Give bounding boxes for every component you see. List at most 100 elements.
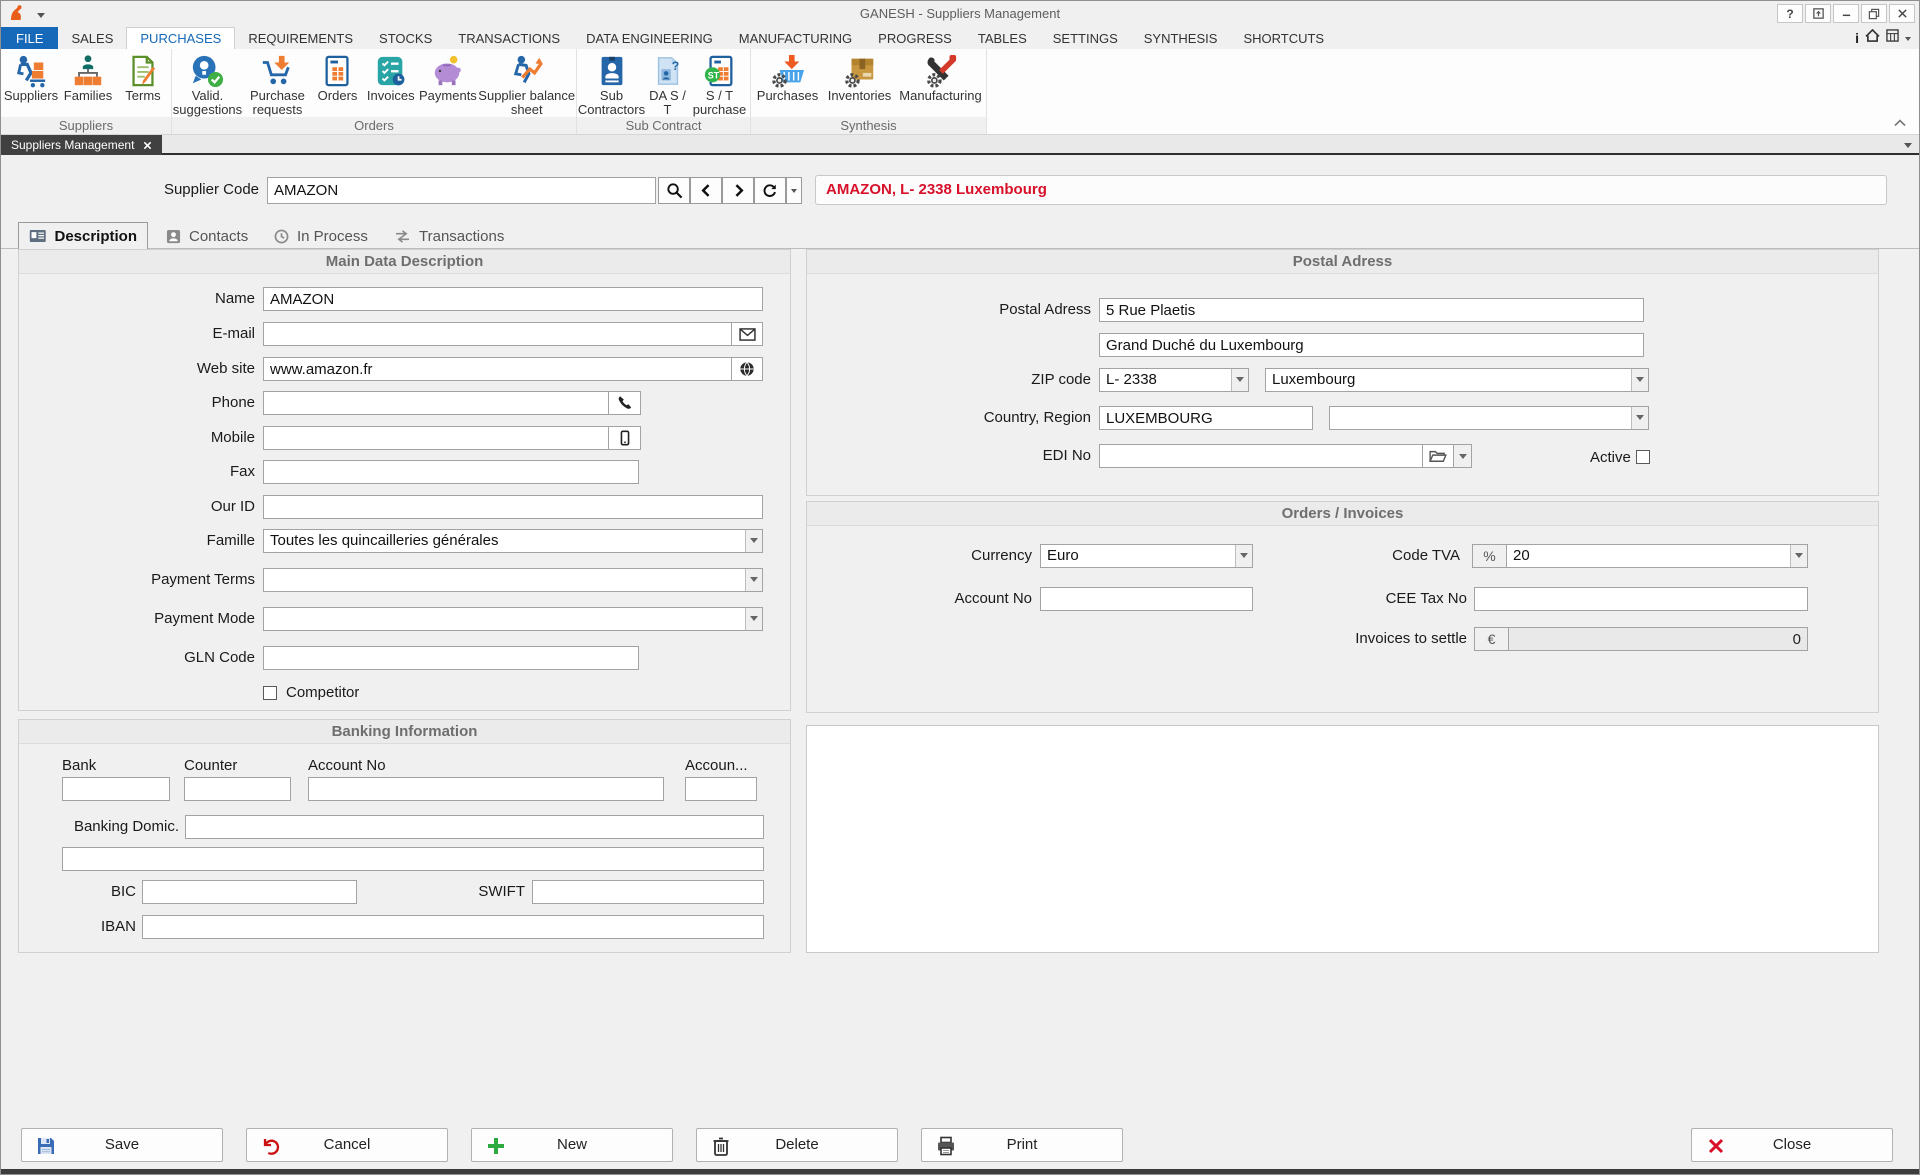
ribbon-item-manufacturing-synthesis[interactable]: Manufacturing bbox=[896, 52, 986, 103]
ribbon-item-suppliers[interactable]: Suppliers bbox=[3, 52, 60, 103]
counter-input[interactable] bbox=[184, 777, 291, 801]
gln-code-input[interactable] bbox=[263, 646, 639, 670]
menu-tab-manufacturing[interactable]: MANUFACTURING bbox=[726, 27, 865, 49]
menu-tab-sales[interactable]: SALES bbox=[58, 27, 126, 49]
active-checkbox[interactable] bbox=[1636, 450, 1650, 464]
search-button[interactable] bbox=[658, 177, 690, 204]
our-id-input[interactable] bbox=[263, 495, 763, 519]
ribbon-item-purchase-requests[interactable]: Purchase requests bbox=[243, 52, 312, 117]
iban-input[interactable] bbox=[142, 915, 764, 939]
next-record-button[interactable] bbox=[722, 177, 754, 204]
close-tab-icon[interactable] bbox=[143, 141, 152, 150]
cancel-button[interactable]: Cancel bbox=[246, 1128, 448, 1162]
swift-input[interactable] bbox=[532, 880, 764, 904]
bank-account-no-input[interactable] bbox=[308, 777, 664, 801]
close-window-button[interactable] bbox=[1889, 4, 1915, 23]
menu-tab-progress[interactable]: PROGRESS bbox=[865, 27, 965, 49]
save-button[interactable]: Save bbox=[21, 1128, 223, 1162]
menu-tab-requirements[interactable]: REQUIREMENTS bbox=[235, 27, 366, 49]
tab-transactions[interactable]: Transactions bbox=[384, 223, 514, 249]
cee-tax-no-input[interactable] bbox=[1474, 587, 1808, 611]
edi-options-caret[interactable] bbox=[1453, 444, 1472, 468]
refresh-button[interactable] bbox=[754, 177, 786, 204]
call-phone-button[interactable] bbox=[608, 391, 641, 415]
ribbon-item-terms[interactable]: Terms bbox=[117, 52, 170, 103]
edi-browse-button[interactable] bbox=[1422, 444, 1454, 468]
menu-tab-settings[interactable]: SETTINGS bbox=[1040, 27, 1131, 49]
call-mobile-button[interactable] bbox=[608, 426, 641, 450]
tab-in-process[interactable]: In Process bbox=[264, 223, 378, 249]
city-select[interactable]: Luxembourg bbox=[1265, 368, 1649, 392]
ribbon-item-families[interactable]: Families bbox=[60, 52, 117, 103]
collapse-ribbon-icon[interactable] bbox=[1891, 116, 1909, 130]
tab-contacts[interactable]: Contacts bbox=[156, 223, 258, 249]
ribbon-item-invoices[interactable]: Invoices bbox=[363, 52, 418, 117]
menu-tab-synthesis[interactable]: SYNTHESIS bbox=[1131, 27, 1231, 49]
calculator-caret-icon[interactable] bbox=[1905, 37, 1911, 44]
phone-input[interactable] bbox=[263, 391, 609, 415]
ribbon-item-da-st[interactable]: ? DA S / T bbox=[646, 52, 690, 117]
email-input[interactable] bbox=[263, 322, 732, 346]
bic-input[interactable] bbox=[142, 880, 357, 904]
oi-account-no-input[interactable] bbox=[1040, 587, 1253, 611]
notes-area[interactable] bbox=[806, 725, 1879, 953]
ribbon-item-supplier-balance-sheet[interactable]: Supplier balance sheet bbox=[477, 52, 576, 117]
ribbon-item-payments[interactable]: Payments bbox=[418, 52, 477, 117]
refresh-options-caret[interactable] bbox=[786, 177, 802, 204]
currency-select[interactable]: Euro bbox=[1040, 544, 1253, 568]
website-input[interactable] bbox=[263, 357, 732, 381]
previous-record-button[interactable] bbox=[690, 177, 722, 204]
competitor-checkbox[interactable] bbox=[263, 686, 277, 700]
tab-description[interactable]: Description bbox=[18, 222, 148, 249]
fax-input[interactable] bbox=[263, 460, 639, 484]
print-button[interactable]: Print bbox=[921, 1128, 1123, 1162]
info-icon[interactable]: i bbox=[1855, 30, 1859, 46]
ribbon-item-sub-contractors[interactable]: Sub Contractors bbox=[578, 52, 646, 117]
orders-icon bbox=[321, 54, 355, 88]
ribbon-item-orders[interactable]: Orders bbox=[312, 52, 363, 117]
menu-tab-tables[interactable]: TABLES bbox=[965, 27, 1040, 49]
in-process-clock-icon bbox=[274, 229, 289, 244]
doc-tab-suppliers-management[interactable]: Suppliers Management bbox=[1, 135, 162, 155]
region-select[interactable] bbox=[1329, 406, 1649, 430]
supplier-code-input[interactable] bbox=[267, 177, 656, 204]
code-tva-select[interactable]: 20 bbox=[1506, 544, 1808, 568]
menu-tab-transactions[interactable]: TRANSACTIONS bbox=[445, 27, 573, 49]
style-button[interactable] bbox=[1805, 4, 1831, 23]
delete-button[interactable]: Delete bbox=[696, 1128, 898, 1162]
mobile-input[interactable] bbox=[263, 426, 609, 450]
zip-code-select[interactable]: L- 2338 bbox=[1099, 368, 1249, 392]
menu-tab-file[interactable]: FILE bbox=[1, 27, 58, 49]
account-short-input[interactable] bbox=[685, 777, 757, 801]
payment-terms-select[interactable] bbox=[263, 568, 763, 592]
send-email-button[interactable] bbox=[731, 322, 763, 346]
ribbon-item-purchases-synthesis[interactable]: Purchases bbox=[752, 52, 824, 103]
menu-tab-purchases[interactable]: PURCHASES bbox=[126, 27, 235, 49]
restore-button[interactable] bbox=[1861, 4, 1887, 23]
ribbon-item-valid-suggestions[interactable]: Valid. suggestions bbox=[172, 52, 243, 117]
menu-tab-data-engineering[interactable]: DATA ENGINEERING bbox=[573, 27, 726, 49]
banking-panel: Banking Information Bank Counter Account… bbox=[18, 719, 791, 953]
bank-input[interactable] bbox=[62, 777, 170, 801]
home-icon[interactable] bbox=[1865, 29, 1880, 47]
tab-list-caret-icon[interactable] bbox=[1904, 143, 1912, 152]
new-button[interactable]: New bbox=[471, 1128, 673, 1162]
postal-adress-input[interactable] bbox=[1099, 298, 1644, 322]
famille-select[interactable]: Toutes les quincailleries générales bbox=[263, 529, 763, 553]
country-input[interactable] bbox=[1099, 406, 1313, 430]
banking-domic2-input[interactable] bbox=[62, 847, 764, 871]
edi-no-input[interactable] bbox=[1099, 444, 1423, 468]
menu-tab-stocks[interactable]: STOCKS bbox=[366, 27, 445, 49]
payment-mode-select[interactable] bbox=[263, 607, 763, 631]
postal-adress2-input[interactable] bbox=[1099, 333, 1644, 357]
close-button[interactable]: Close bbox=[1691, 1128, 1893, 1162]
ribbon-item-inventories-synthesis[interactable]: Inventories bbox=[824, 52, 896, 103]
banking-domic-input[interactable] bbox=[185, 815, 764, 839]
open-website-button[interactable] bbox=[731, 357, 763, 381]
ribbon-item-st-purchase[interactable]: ST S / T purchase bbox=[690, 52, 750, 117]
calculator-icon[interactable] bbox=[1886, 29, 1899, 47]
menu-tab-shortcuts[interactable]: SHORTCUTS bbox=[1230, 27, 1337, 49]
help-button[interactable]: ? bbox=[1777, 4, 1803, 23]
name-input[interactable] bbox=[263, 287, 763, 311]
minimize-button[interactable] bbox=[1833, 4, 1859, 23]
